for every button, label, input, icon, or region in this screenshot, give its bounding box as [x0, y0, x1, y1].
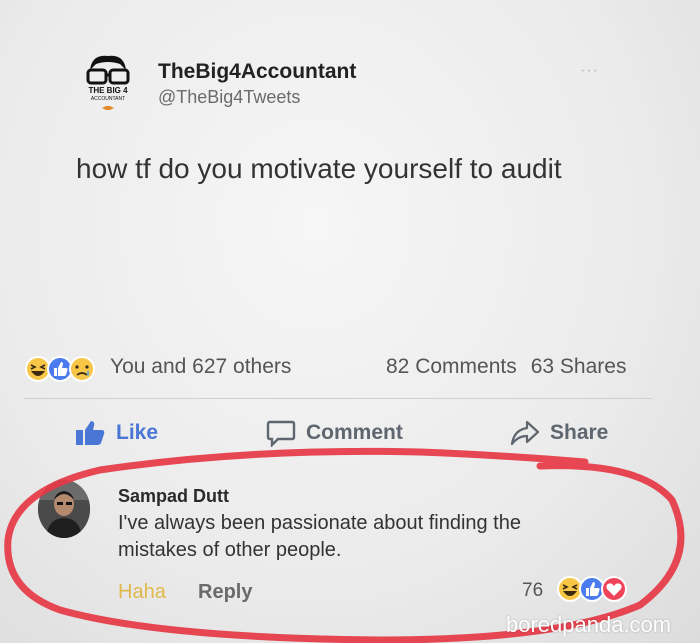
- comment-reaction-count[interactable]: 76: [522, 580, 543, 602]
- watermark: boredpanda.com: [506, 612, 672, 637]
- haha-link[interactable]: Haha: [118, 581, 166, 604]
- like-button[interactable]: Like: [74, 418, 158, 448]
- comment-label: Comment: [306, 421, 403, 444]
- more-options-icon[interactable]: ···: [580, 62, 599, 80]
- shares-count[interactable]: 63 Shares: [531, 355, 627, 378]
- tweet-text: how tf do you motivate yourself to audit: [76, 153, 562, 184]
- reaction-icons[interactable]: [24, 355, 114, 383]
- share-button[interactable]: Share: [510, 418, 608, 448]
- comment-text-line-1: I've always been passionate about findin…: [118, 512, 521, 534]
- author-handle[interactable]: @TheBig4Tweets: [158, 87, 300, 108]
- like-reaction-icon: [47, 356, 73, 382]
- comment-text-line-2: mistakes of other people.: [118, 539, 342, 561]
- like-reaction-icon: [579, 576, 605, 602]
- haha-reaction-icon: [557, 576, 583, 602]
- sad-reaction-icon: [69, 356, 95, 382]
- thumbs-up-icon: [76, 421, 105, 445]
- share-label: Share: [550, 421, 609, 444]
- commenter-avatar[interactable]: [38, 480, 90, 538]
- comment-reactions[interactable]: [556, 575, 636, 603]
- author-name[interactable]: TheBig4Accountant: [158, 60, 356, 84]
- love-reaction-icon: [601, 576, 627, 602]
- comment-button[interactable]: Comment: [266, 418, 403, 448]
- logo-text-1: THE BIG 4: [88, 86, 128, 95]
- comments-count[interactable]: 82 Comments: [386, 355, 517, 378]
- divider: [24, 398, 652, 399]
- haha-reaction-icon: [25, 356, 51, 382]
- reaction-summary[interactable]: You and 627 others: [110, 355, 291, 379]
- engagement-counts: 82 Comments 63 Shares: [386, 355, 640, 379]
- logo-text-2: ACCOUNTANT: [91, 96, 125, 102]
- share-arrow-icon: [510, 420, 540, 446]
- like-label: Like: [116, 421, 159, 444]
- reply-link[interactable]: Reply: [198, 581, 252, 604]
- logo-icon: THE BIG 4 ACCOUNTANT: [86, 55, 130, 110]
- commenter-name[interactable]: Sampad Dutt: [118, 486, 229, 507]
- comment-icon: [266, 420, 296, 447]
